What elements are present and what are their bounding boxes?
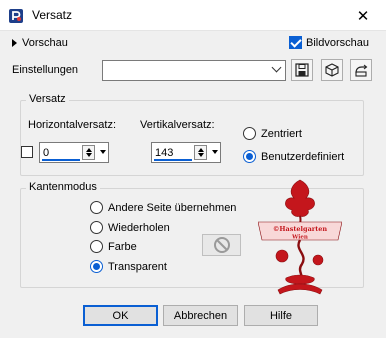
cancel-button[interactable]: Abbrechen — [163, 305, 238, 326]
checkbox-checked-icon — [289, 36, 302, 49]
offset-group: Versatz — [20, 93, 364, 176]
edit-preset-icon — [355, 64, 368, 77]
help-button[interactable]: Hilfe — [244, 305, 318, 326]
value-underline — [42, 159, 80, 161]
bildvorschau-checkbox[interactable]: Bildvorschau — [289, 36, 369, 49]
window-title: Versatz — [32, 8, 73, 22]
save-icon — [295, 63, 309, 77]
radio-button-selected-icon — [90, 260, 103, 273]
no-color-icon — [213, 237, 230, 253]
vertical-offset-value: 143 — [155, 147, 174, 159]
radio-label: Zentriert — [261, 127, 302, 140]
radio-button-icon — [243, 127, 256, 140]
radio-label: Farbe — [108, 240, 137, 253]
close-button[interactable]: ✕ — [340, 0, 386, 31]
spin-updown-icon[interactable] — [194, 145, 207, 160]
radio-benutzerdefiniert[interactable]: Benutzerdefiniert — [243, 150, 344, 163]
radio-label: Andere Seite übernehmen — [108, 201, 237, 214]
app-icon — [9, 9, 23, 23]
settings-combobox[interactable] — [102, 60, 286, 81]
radio-transparent[interactable]: Transparent — [90, 260, 167, 273]
ok-button-label: OK — [112, 309, 129, 322]
horizontal-offset-spinner[interactable]: 0 — [39, 142, 109, 163]
dropdown-arrow-icon[interactable] — [100, 150, 106, 154]
preview-toggle[interactable]: Vorschau — [12, 37, 68, 49]
watermark-logo: ©Hastelgarten Wien — [258, 179, 342, 295]
save-preset-button[interactable] — [291, 59, 313, 81]
watermark-line1: ©Hastelgarten — [273, 225, 327, 233]
expand-arrow-icon — [12, 39, 17, 47]
vertical-offset-spinner[interactable]: 143 — [151, 142, 221, 163]
reset-button[interactable] — [321, 59, 343, 81]
chevron-down-icon — [271, 62, 282, 73]
value-underline — [154, 159, 192, 161]
preview-toggle-label: Vorschau — [22, 37, 68, 49]
link-offsets-checkbox[interactable] — [21, 146, 33, 158]
ok-button[interactable]: OK — [83, 305, 158, 326]
offset-group-title: Versatz — [26, 93, 69, 105]
cancel-button-label: Abbrechen — [173, 309, 228, 322]
radio-button-icon — [90, 221, 103, 234]
bildvorschau-label: Bildvorschau — [306, 36, 369, 49]
dropdown-arrow-icon[interactable] — [212, 150, 218, 154]
radio-zentriert[interactable]: Zentriert — [243, 127, 302, 140]
settings-label: Einstellungen — [12, 64, 79, 76]
horizontal-offset-value: 0 — [43, 147, 50, 159]
edge-color-swatch[interactable] — [202, 234, 241, 256]
radio-andere-seite[interactable]: Andere Seite übernehmen — [90, 201, 236, 214]
radio-button-icon — [90, 201, 103, 214]
radio-wiederholen[interactable]: Wiederholen — [90, 221, 170, 234]
radio-farbe[interactable]: Farbe — [90, 240, 137, 253]
title-bar: Versatz ✕ — [0, 0, 386, 31]
spin-updown-icon[interactable] — [82, 145, 95, 160]
horizontal-offset-label: Horizontalversatz: — [28, 119, 117, 131]
radio-label: Benutzerdefiniert — [261, 150, 345, 163]
close-icon: ✕ — [356, 7, 370, 25]
edge-mode-group-title: Kantenmodus — [26, 181, 100, 193]
cube-icon — [325, 63, 339, 77]
help-button-label: Hilfe — [269, 309, 292, 322]
vertical-offset-label: Vertikalversatz: — [140, 119, 215, 131]
radio-button-selected-icon — [243, 150, 256, 163]
watermark-line2: Wien — [291, 235, 308, 241]
radio-label: Wiederholen — [108, 221, 170, 234]
manage-presets-button[interactable] — [350, 59, 372, 81]
radio-button-icon — [90, 240, 103, 253]
radio-label: Transparent — [108, 260, 167, 273]
